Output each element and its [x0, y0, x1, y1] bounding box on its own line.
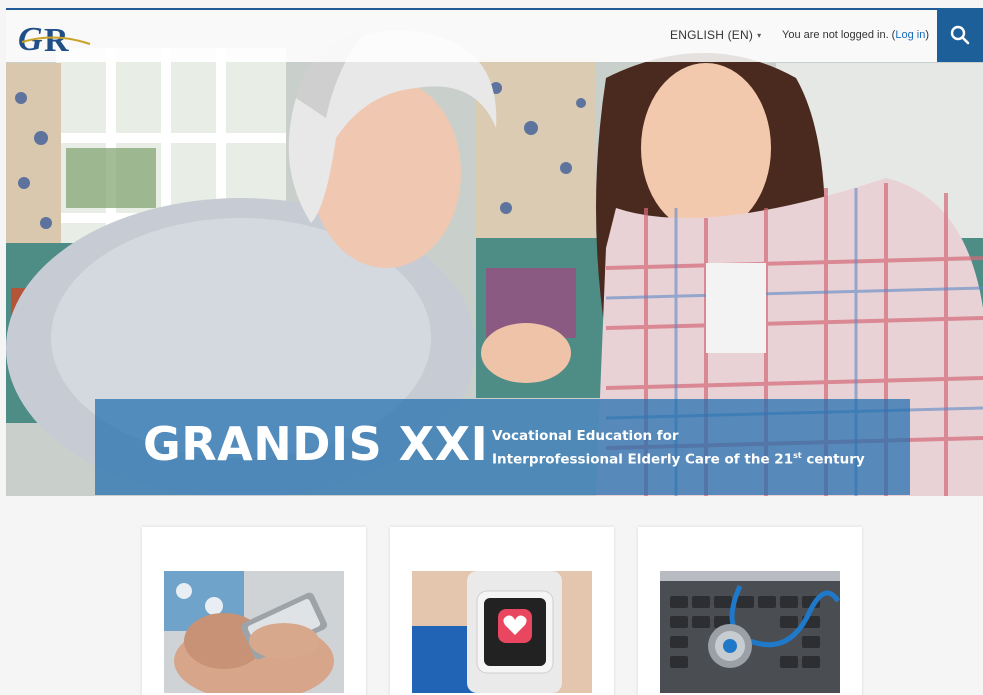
banner-subtitle-line2-prefix: Interprofessional Elderly Care of the 21 [492, 451, 794, 468]
language-selector[interactable]: ENGLISH (EN) ▾ [670, 28, 761, 42]
banner-subtitle-line1: Vocational Education for [492, 428, 679, 444]
chevron-down-icon: ▾ [757, 30, 762, 40]
banner-subtitle: Vocational Education for Interprofession… [492, 427, 865, 470]
card-image-smartphone[interactable] [164, 571, 344, 693]
search-button[interactable] [937, 8, 983, 62]
login-link[interactable]: Log in [895, 29, 925, 41]
stethoscope-photo [660, 571, 840, 693]
banner-title: GRANDIS XXI [143, 417, 489, 471]
card-image-smartwatch[interactable] [412, 571, 592, 693]
hero-banner: GRANDIS XXI Vocational Education for Int… [95, 399, 910, 495]
banner-subtitle-line2: Interprofessional Elderly Care of the 21… [492, 446, 865, 470]
login-status-suffix: ) [925, 29, 930, 41]
smartphone-photo [164, 571, 344, 693]
banner-subtitle-sup: st [793, 451, 802, 460]
smartwatch-photo [412, 571, 592, 693]
feature-card-2[interactable] [390, 527, 614, 695]
search-icon [950, 25, 970, 45]
svg-text:R: R [44, 22, 69, 58]
banner-subtitle-line2-suffix: century [801, 451, 865, 468]
feature-cards [0, 496, 983, 695]
logo-icon: G R [18, 21, 91, 59]
feature-card-1[interactable] [142, 527, 366, 695]
page: G R ENGLISH (EN) ▾ You are not logged in… [0, 0, 983, 695]
language-label: ENGLISH (EN) [670, 28, 754, 42]
card-image-stethoscope[interactable] [660, 571, 840, 693]
login-status: You are not logged in. (Log in) [782, 29, 929, 41]
login-status-prefix: You are not logged in. ( [782, 29, 896, 41]
top-navbar: G R ENGLISH (EN) ▾ You are not logged in… [6, 8, 983, 62]
site-logo[interactable]: G R [16, 18, 92, 59]
feature-card-3[interactable] [638, 527, 862, 695]
